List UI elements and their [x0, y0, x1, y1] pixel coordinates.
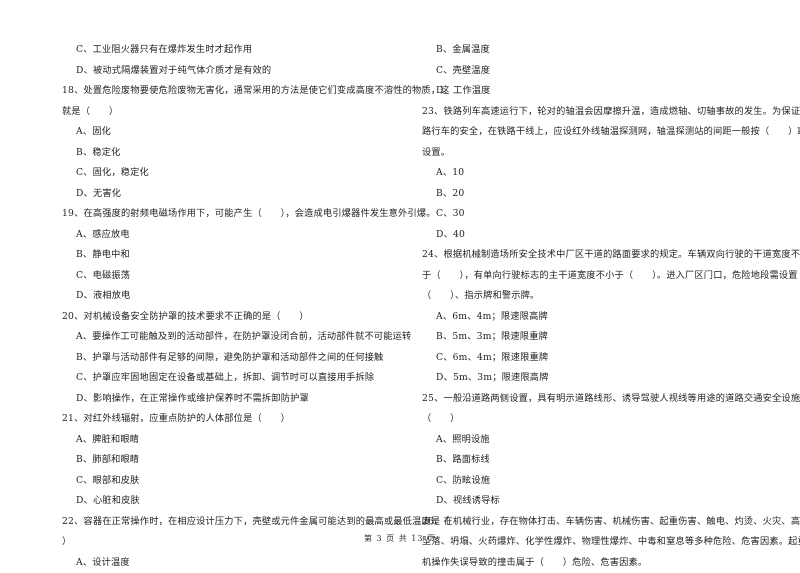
question-text: 机操作失误导致的撞击属于（ ）危险、危害因素。	[422, 553, 777, 573]
answer-option: B、5m、3m；限速限重牌	[422, 327, 777, 348]
answer-option: B、20	[422, 184, 777, 205]
answer-option: D、5m、3m；限速限高牌	[422, 368, 777, 389]
answer-option: D、被动式隔爆装置对于纯气体介质才是有效的	[62, 61, 407, 82]
question-text: 18、处置危险废物要使危险废物无害化，通常采用的方法是使它们变成高度不溶性的物质…	[62, 81, 407, 102]
answer-option: A、固化	[62, 122, 407, 143]
answer-option: B、金属温度	[422, 40, 777, 61]
answer-option: D、影响操作，在正常操作或维护保养时不需拆卸防护罩	[62, 389, 407, 410]
question-text: 20、对机械设备安全防护罩的技术要求不正确的是（ ）	[62, 307, 407, 328]
answer-option: C、30	[422, 204, 777, 225]
answer-option: C、防眩设施	[422, 471, 777, 492]
answer-option: A、照明设施	[422, 430, 777, 451]
answer-option: B、路面标线	[422, 450, 777, 471]
exam-page: C、工业阻火器只有在爆炸发生时才起作用D、被动式隔爆装置对于纯气体介质才是有效的…	[0, 0, 800, 565]
answer-option: B、静电中和	[62, 245, 407, 266]
question-text: 路行车的安全，在铁路干线上，应设红外线轴温探测网，轴温探测站的间距一般按（ ）k…	[422, 122, 777, 143]
answer-option: D、液相放电	[62, 286, 407, 307]
answer-option: D、40	[422, 225, 777, 246]
question-text: 21、对红外线辐射，应重点防护的人体部位是（ ）	[62, 409, 407, 430]
answer-option: B、护罩与活动部件有足够的间隙，避免防护罩和活动部件之间的任何接触	[62, 348, 407, 369]
answer-option: C、护罩应牢固地固定在设备或基础上，拆卸、调节时可以直接用手拆除	[62, 368, 407, 389]
answer-option: D、无害化	[62, 184, 407, 205]
answer-option: D、视线诱导标	[422, 491, 777, 512]
question-text: 25、一般沿道路两侧设置，具有明示道路线形、诱导驾驶人视线等用途的道路交通安全设…	[422, 389, 777, 410]
question-text: 设置。	[422, 143, 777, 164]
question-text: （ ）	[422, 409, 777, 430]
answer-option: A、脾脏和眼睛	[62, 430, 407, 451]
answer-option: A、要操作工可能触及到的活动部件，在防护罩没闭合前，活动部件就不可能运转	[62, 327, 407, 348]
answer-option: B、稳定化	[62, 143, 407, 164]
answer-option: C、工业阻火器只有在爆炸发生时才起作用	[62, 40, 407, 61]
question-text: 就是（ ）	[62, 102, 407, 123]
answer-option: C、6m、4m；限速限重牌	[422, 348, 777, 369]
answer-option: D、心脏和皮肤	[62, 491, 407, 512]
question-text: 22、容器在正常操作时，在相应设计压力下，壳壁或元件金属可能达到的最高或最低温度…	[62, 512, 407, 533]
answer-option: A、感应放电	[62, 225, 407, 246]
answer-option: D、工作温度	[422, 81, 777, 102]
answer-option: A、6m、4m；限速限高牌	[422, 307, 777, 328]
left-column: C、工业阻火器只有在爆炸发生时才起作用D、被动式隔爆装置对于纯气体介质才是有效的…	[62, 40, 407, 573]
answer-option: C、眼部和皮肤	[62, 471, 407, 492]
question-text: 23、铁路列车高速运行下，轮对的轴温会因摩擦升温，造成燃轴、切轴事故的发生。为保…	[422, 102, 777, 123]
answer-option: C、固化，稳定化	[62, 163, 407, 184]
answer-option: B、肺部和眼睛	[62, 450, 407, 471]
question-text: （ ）、指示牌和警示牌。	[422, 286, 777, 307]
question-text: 26、在机械行业，存在物体打击、车辆伤害、机械伤害、起重伤害、触电、灼烫、火灾、…	[422, 512, 777, 533]
answer-option: A、10	[422, 163, 777, 184]
page-footer: 第 3 页 共 13 页	[0, 533, 800, 544]
question-text: 19、在高强度的射频电磁场作用下，可能产生（ ），会造成电引爆器件发生意外引爆。	[62, 204, 407, 225]
answer-option: A、设计温度	[62, 553, 407, 573]
question-text: 于（ ），有单向行驶标志的主干道宽度不小于（ ）。进入厂区门口，危险地段需设置	[422, 266, 777, 287]
answer-option: C、电磁振荡	[62, 266, 407, 287]
right-column: B、金属温度C、壳壁温度D、工作温度23、铁路列车高速运行下，轮对的轴温会因摩擦…	[422, 40, 777, 573]
answer-option: C、壳壁温度	[422, 61, 777, 82]
question-text: 24、根据机械制造场所安全技术中厂区干道的路面要求的规定。车辆双向行驶的干道宽度…	[422, 245, 777, 266]
